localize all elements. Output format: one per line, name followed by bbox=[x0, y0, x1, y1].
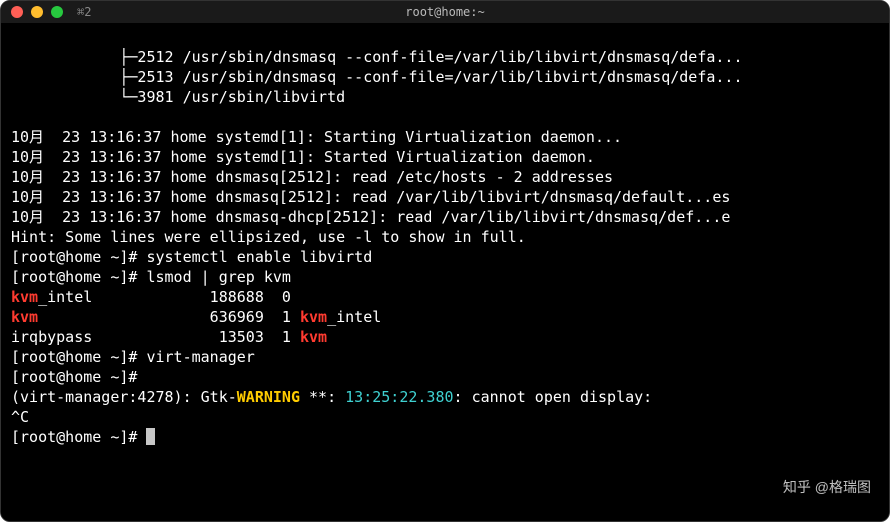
hint-line: Hint: Some lines were ellipsized, use -l… bbox=[11, 228, 526, 246]
gtk-mid: **: bbox=[300, 388, 345, 406]
minimize-icon[interactable] bbox=[31, 6, 43, 18]
prompt-line: [root@home ~]# virt-manager bbox=[11, 348, 255, 366]
prompt-line: [root@home ~]# lsmod | grep kvm bbox=[11, 268, 291, 286]
prompt-text: [root@home ~]# bbox=[11, 248, 146, 266]
row-text: _intel 188688 0 bbox=[38, 288, 300, 306]
prompt-line: [root@home ~]# bbox=[11, 368, 146, 386]
gtk-prefix: (virt-manager:4278): Gtk- bbox=[11, 388, 237, 406]
prompt-text: [root@home ~]# bbox=[11, 428, 146, 446]
prompt-text: [root@home ~]# bbox=[11, 348, 146, 366]
match-text: kvm bbox=[11, 308, 38, 326]
log-line: 10月 23 13:16:37 home systemd[1]: Startin… bbox=[11, 128, 622, 146]
prompt-line: [root@home ~]# systemctl enable libvirtd bbox=[11, 248, 372, 266]
prompt-text: [root@home ~]# bbox=[11, 268, 146, 286]
log-line: 10月 23 13:16:37 home dnsmasq-dhcp[2512]:… bbox=[11, 208, 730, 226]
log-line: 10月 23 13:16:37 home dnsmasq[2512]: read… bbox=[11, 168, 613, 186]
command-text: virt-manager bbox=[146, 348, 254, 366]
lsmod-row: kvm 636969 1 kvm_intel bbox=[11, 308, 381, 326]
log-line: 10月 23 13:16:37 home systemd[1]: Started… bbox=[11, 148, 595, 166]
lsmod-row: irqbypass 13503 1 kvm bbox=[11, 328, 327, 346]
tab-label[interactable]: ⌘2 bbox=[77, 5, 91, 19]
row-text: 636969 1 bbox=[38, 308, 300, 326]
prompt-line: [root@home ~]# bbox=[11, 428, 155, 446]
cursor-icon bbox=[146, 428, 155, 445]
pstree-line: ├─2512 /usr/sbin/dnsmasq --conf-file=/va… bbox=[11, 48, 743, 66]
command-text: systemctl enable libvirtd bbox=[146, 248, 372, 266]
close-icon[interactable] bbox=[11, 6, 23, 18]
row-text: irqbypass 13503 1 bbox=[11, 328, 300, 346]
terminal-window: ⌘2 root@home:~ ├─2512 /usr/sbin/dnsmasq … bbox=[0, 0, 890, 522]
match-text: kvm bbox=[11, 288, 38, 306]
prompt-text: [root@home ~]# bbox=[11, 368, 146, 386]
match-text: kvm bbox=[300, 328, 327, 346]
window-title: root@home:~ bbox=[405, 5, 484, 19]
lsmod-row: kvm_intel 188688 0 bbox=[11, 288, 300, 306]
titlebar: ⌘2 root@home:~ bbox=[1, 1, 889, 23]
log-line: 10月 23 13:16:37 home dnsmasq[2512]: read… bbox=[11, 188, 730, 206]
ctrl-c-line: ^C bbox=[11, 408, 29, 426]
warning-label: WARNING bbox=[237, 388, 300, 406]
blank-line bbox=[11, 108, 20, 126]
pstree-line: └─3981 /usr/sbin/libvirtd bbox=[11, 88, 345, 106]
gtk-warning-line: (virt-manager:4278): Gtk-WARNING **: 13:… bbox=[11, 388, 661, 406]
match-text: kvm bbox=[300, 308, 327, 326]
pstree-line: ├─2513 /usr/sbin/dnsmasq --conf-file=/va… bbox=[11, 68, 743, 86]
command-text: lsmod | grep kvm bbox=[146, 268, 291, 286]
traffic-lights bbox=[11, 6, 63, 18]
gtk-suffix: : cannot open display: bbox=[454, 388, 662, 406]
terminal-content[interactable]: ├─2512 /usr/sbin/dnsmasq --conf-file=/va… bbox=[1, 23, 889, 521]
row-text: _intel bbox=[327, 308, 381, 326]
maximize-icon[interactable] bbox=[51, 6, 63, 18]
watermark-text: 知乎 @格瑞图 bbox=[783, 477, 871, 497]
timestamp-text: 13:25:22.380 bbox=[345, 388, 453, 406]
